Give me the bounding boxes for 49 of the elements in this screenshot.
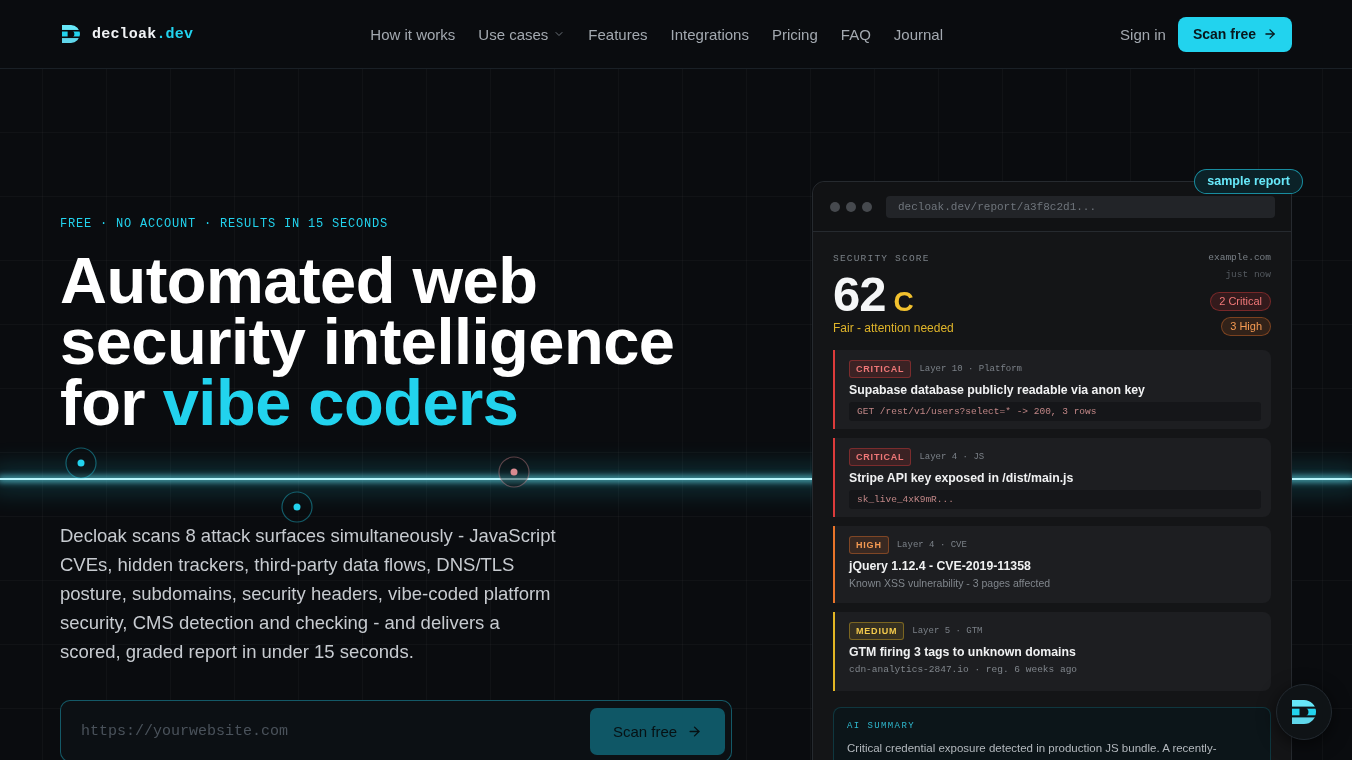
finding-title: jQuery 1.12.4 - CVE-2019-11358 bbox=[849, 559, 1032, 573]
nav-link[interactable]: Features bbox=[588, 25, 648, 43]
severity-count-badge: 3 High bbox=[1221, 317, 1271, 336]
severity-badge: CRITICAL bbox=[849, 448, 912, 466]
address-bar: decloak.dev/report/a3f8c2d1... bbox=[886, 195, 1275, 218]
brand-name[interactable]: decloak.dev bbox=[92, 25, 194, 43]
score-label: SECURITY SCORE bbox=[833, 253, 931, 264]
finding-meta: Layer 4 · CVE bbox=[896, 540, 967, 550]
nav-link[interactable]: Pricing bbox=[771, 25, 818, 43]
logo-icon bbox=[62, 25, 80, 43]
finding-note: cdn-analytics-2847.io · reg. 6 weeks ago bbox=[849, 664, 1079, 675]
scan-free-button[interactable]: Scan free bbox=[1177, 16, 1292, 52]
scan-time: just now bbox=[1225, 269, 1271, 280]
score-verdict: Fair - attention needed bbox=[833, 321, 954, 335]
floating-logo-button[interactable] bbox=[1276, 684, 1332, 740]
hero-headline: Automated web security intelligence for vibe coders bbox=[60, 250, 676, 433]
nav-link[interactable]: How it works bbox=[370, 25, 456, 43]
ai-summary-label: AI SUMMARY bbox=[847, 721, 916, 731]
score-grade: C bbox=[893, 286, 914, 318]
finding-title: Stripe API key exposed in /dist/main.js bbox=[849, 471, 1075, 485]
finding-title: Supabase database publicly readable via anon key bbox=[849, 383, 1146, 397]
ai-summary-text: Critical credential exposure detected in production JS bundle. A recently- bbox=[847, 741, 1218, 756]
logo-icon bbox=[1292, 700, 1316, 724]
finding-meta: Layer 4 · JS bbox=[919, 452, 985, 462]
finding-code: GET /rest/v1/users?select=* -> 200, 3 rows bbox=[849, 402, 1261, 421]
ring-dot-icon bbox=[281, 491, 313, 523]
sample-report-badge: sample report bbox=[1194, 169, 1303, 194]
finding-title: GTM firing 3 tags to unknown domains bbox=[849, 645, 1077, 659]
hero-description: Decloak scans 8 attack surfaces simultaneously - JavaScript CVEs, hidden trackers, third-party data flows, DNS/TLS posture, subdomains, security headers, vibe-coded platform security, CMS detection and checking - and delivers a scored, graded report in under 15 seconds. bbox=[60, 524, 557, 664]
security-score: 62 bbox=[833, 266, 886, 322]
arrow-right-icon bbox=[687, 723, 703, 739]
severity-count-badge: 2 Critical bbox=[1210, 292, 1271, 311]
sign-in-link[interactable]: Sign in bbox=[1120, 25, 1166, 43]
ring-dot-icon bbox=[498, 456, 530, 488]
nav-link[interactable]: Use cases bbox=[478, 25, 566, 43]
nav-link[interactable]: Integrations bbox=[670, 25, 749, 43]
window-dots-icon bbox=[830, 201, 872, 212]
scanned-site: example.com bbox=[1208, 252, 1271, 263]
severity-badge: HIGH bbox=[849, 536, 889, 554]
finding-note: Known XSS vulnerability - 3 pages affected bbox=[849, 577, 1052, 589]
hero-eyebrow: FREE · NO ACCOUNT · RESULTS IN 15 SECONDS bbox=[60, 216, 390, 232]
ring-dot-icon bbox=[65, 447, 97, 479]
severity-badge: CRITICAL bbox=[849, 360, 912, 378]
severity-badge: MEDIUM bbox=[849, 622, 905, 640]
nav-link[interactable]: FAQ bbox=[840, 25, 871, 43]
nav-link[interactable]: Journal bbox=[893, 25, 943, 43]
finding-meta: Layer 10 · Platform bbox=[919, 364, 1023, 374]
finding-meta: Layer 5 · GTM bbox=[912, 626, 983, 636]
finding-code: sk_live_4xK9mR... bbox=[849, 490, 1261, 509]
